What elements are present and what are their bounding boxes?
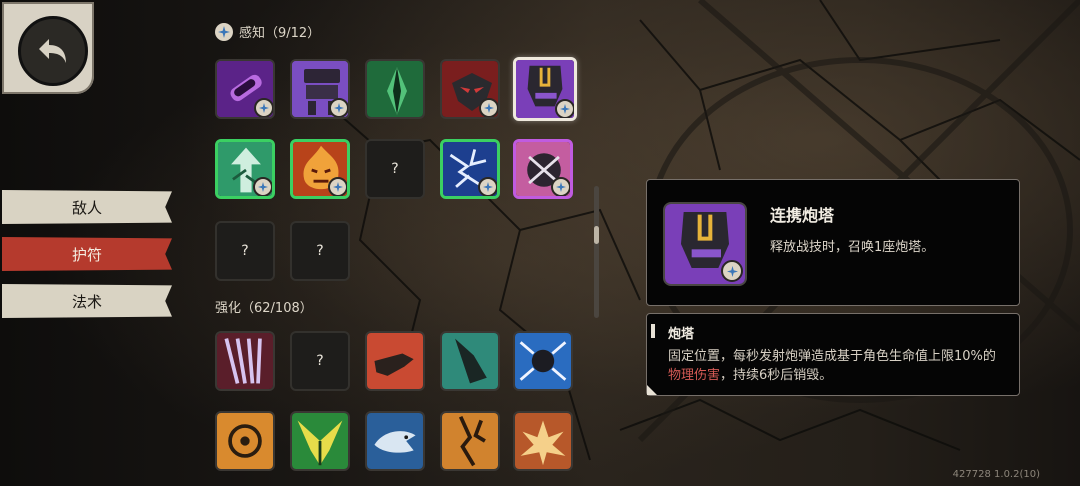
sparkle-badge-icon: [254, 98, 273, 117]
teal-leg-icon: [442, 333, 498, 389]
unknown-label: ?: [316, 353, 324, 369]
section-perception-header: 感知（9/12）: [215, 22, 320, 41]
amulet-tile-linked-turret[interactable]: [513, 57, 577, 121]
tooltip-text-line1: 固定位置，每秒发射炮弹造成基于角色生命值上限10%的: [668, 349, 996, 364]
sparkle-badge-icon: [478, 177, 497, 196]
amulet-tile-red-mask[interactable]: [440, 59, 500, 119]
amulet-tile-purple-slash[interactable]: [215, 331, 275, 391]
tooltip-title: 炮塔: [668, 327, 695, 342]
detail-amulet-icon-frame: [663, 202, 747, 286]
purple-slash-icon: [217, 333, 273, 389]
sparkle-badge-icon: [555, 99, 574, 118]
red-hand-icon: [367, 333, 423, 389]
amulet-tile-green-leaf[interactable]: [290, 411, 350, 471]
amulet-tile-orange-crack[interactable]: [440, 411, 500, 471]
amulet-tile-purple-vial[interactable]: [215, 59, 275, 119]
tab-enemies[interactable]: 敌人: [2, 190, 172, 224]
detail-description: 释放战技时，召唤1座炮塔。: [770, 240, 935, 255]
keyword-tooltip-panel: 炮塔 固定位置，每秒发射炮弹造成基于角色生命值上限10%的 物理伤害，持续6秒后…: [646, 313, 1020, 396]
grid-scrollbar[interactable]: [594, 186, 599, 318]
detail-title: 连携炮塔: [770, 206, 835, 225]
section-enhance-label: 强化（62/108）: [215, 301, 313, 316]
back-button[interactable]: [2, 2, 94, 94]
sparkle-icon: [215, 22, 233, 41]
tooltip-text-line2-rest: ，持续6秒后销毁。: [720, 368, 833, 383]
orange-crack-icon: [442, 413, 498, 469]
amulet-tile-fire-face[interactable]: [290, 139, 350, 199]
orange-burst-icon: [515, 413, 571, 469]
green-leaf-icon: [292, 413, 348, 469]
amulet-tile-blue-shock-orb[interactable]: [513, 331, 573, 391]
amulet-tile-unknown[interactable]: ?: [290, 221, 350, 281]
amulet-tile-green-crystal[interactable]: [365, 59, 425, 119]
sparkle-badge-icon: [721, 260, 743, 282]
amulet-tile-green-arrow-tree[interactable]: [215, 139, 275, 199]
tooltip-title-marker: [651, 324, 655, 338]
back-arrow-icon: [18, 16, 88, 86]
tab-amulets[interactable]: 护符: [2, 237, 172, 271]
amulet-tile-blue-fish[interactable]: [365, 411, 425, 471]
blue-fish-icon: [367, 413, 423, 469]
amulet-tile-unknown[interactable]: ?: [290, 331, 350, 391]
amulet-tile-pink-chain-orb[interactable]: [513, 139, 573, 199]
amulet-detail-panel: 连携炮塔 释放战技时，召唤1座炮塔。: [646, 179, 1020, 306]
tab-spells[interactable]: 法术: [2, 284, 172, 318]
orange-gear-icon: [217, 413, 273, 469]
amulet-tile-teal-leg[interactable]: [440, 331, 500, 391]
sparkle-badge-icon: [551, 177, 570, 196]
sparkle-badge-icon: [328, 177, 347, 196]
sparkle-badge-icon: [479, 98, 498, 117]
tooltip-keyword-highlight: 物理伤害: [668, 368, 721, 383]
section-enhance-header: 强化（62/108）: [215, 297, 313, 316]
grid-scroll-thumb[interactable]: [594, 226, 599, 244]
tooltip-text-line2: 物理伤害，持续6秒后销毁。: [668, 364, 832, 383]
unknown-label: ?: [316, 243, 324, 259]
green-crystal-icon: [367, 61, 423, 117]
amulet-tile-purple-robot[interactable]: [290, 59, 350, 119]
amulet-tile-red-hand[interactable]: [365, 331, 425, 391]
amulet-tile-blue-lightning[interactable]: [440, 139, 500, 199]
amulet-tile-unknown[interactable]: ?: [215, 221, 275, 281]
blue-shock-orb-icon: [515, 333, 571, 389]
amulet-tile-orange-burst[interactable]: [513, 411, 573, 471]
sparkle-badge-icon: [329, 98, 348, 117]
section-perception-label: 感知（9/12）: [239, 26, 321, 41]
unknown-label: ?: [241, 243, 249, 259]
version-label: 427728 1.0.2(10): [952, 469, 1040, 480]
amulet-tile-unknown[interactable]: ?: [365, 139, 425, 199]
unknown-label: ?: [391, 161, 399, 177]
tooltip-corner-marker: [647, 385, 657, 395]
sparkle-badge-icon: [253, 177, 272, 196]
amulet-tile-orange-gear[interactable]: [215, 411, 275, 471]
